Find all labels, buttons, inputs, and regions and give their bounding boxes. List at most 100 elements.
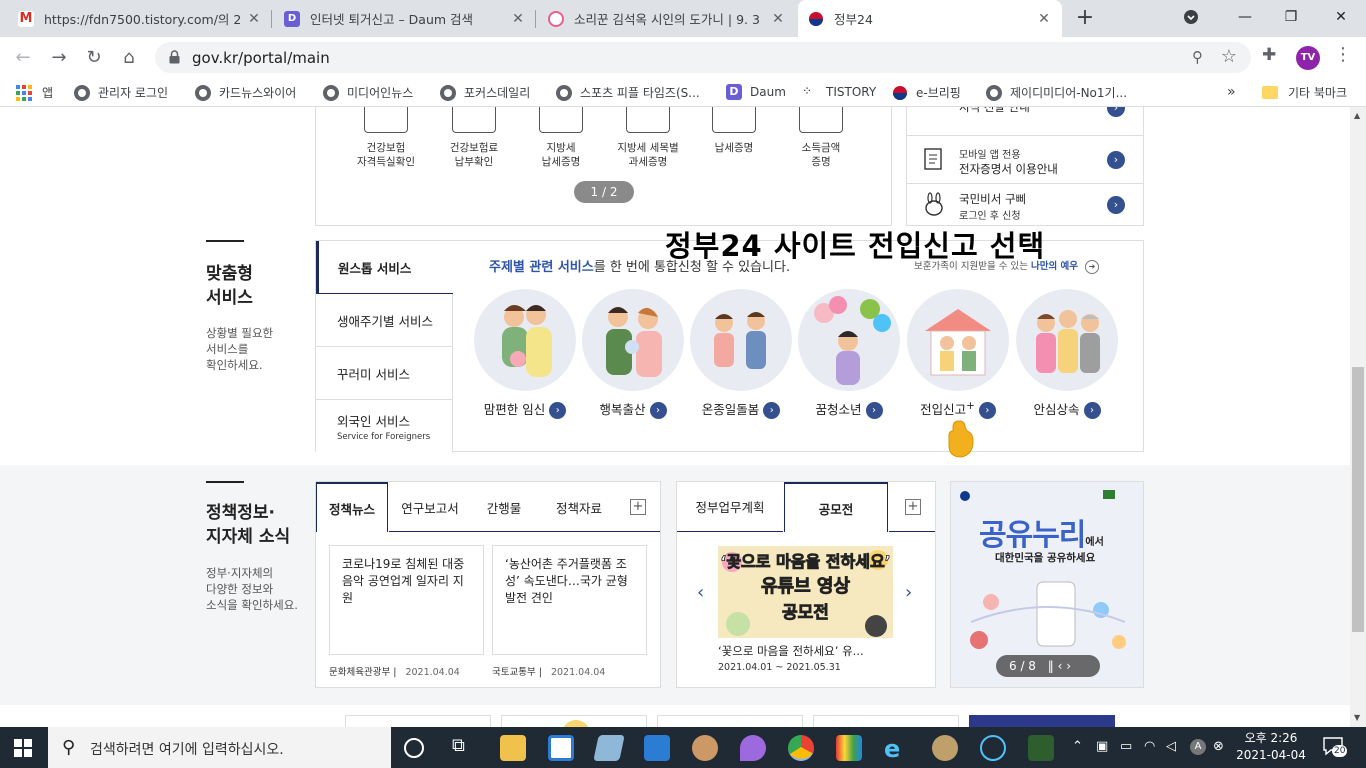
- doc-item-local-tax[interactable]: 지방세 납세증명: [521, 107, 601, 169]
- chevron-right-icon[interactable]: ›: [905, 582, 912, 603]
- more-news-plus-icon[interactable]: +: [630, 499, 646, 515]
- banner-pager[interactable]: 6 / 8 ‖ ‹ ›: [996, 655, 1100, 677]
- partner-tile[interactable]: [969, 715, 1115, 727]
- wifi-icon[interactable]: ◠: [1144, 739, 1155, 754]
- tab-lifecycle[interactable]: 생애주기별 서비스: [316, 294, 453, 347]
- taskbar-search-box[interactable]: ⚲ 검색하려면 여기에 입력하십시오.: [48, 727, 391, 768]
- tab-search-icon[interactable]: [1168, 0, 1214, 34]
- service-move-in-report[interactable]: 전입신고+ ›: [906, 289, 1010, 419]
- more-contest-plus-icon[interactable]: +: [905, 499, 921, 515]
- file-explorer-icon[interactable]: [500, 735, 526, 761]
- service-pregnancy[interactable]: 맘편한 임신 ›: [473, 289, 577, 419]
- partner-tile[interactable]: [501, 715, 647, 727]
- notice-item-gubbi[interactable]: 국민비서 구삐 로그인 후 신청 ›: [907, 183, 1143, 225]
- partner-tile[interactable]: [657, 715, 803, 727]
- news-card[interactable]: ‘농산어촌 주거플랫폼 조성’ 속도낸다…국가 균형발전 견인: [492, 545, 647, 655]
- page-scrollbar[interactable]: ▲ ▼: [1350, 107, 1366, 727]
- scrollbar-thumb[interactable]: [1352, 367, 1364, 632]
- profile-avatar[interactable]: TV: [1296, 46, 1320, 70]
- pause-icon[interactable]: ‖: [1048, 659, 1054, 673]
- tray-expand-icon[interactable]: ⌃: [1072, 739, 1083, 754]
- service-birth[interactable]: 행복출산 ›: [581, 289, 685, 419]
- tab-policy-news[interactable]: 정책뉴스: [316, 482, 388, 532]
- close-tab-icon[interactable]: ✕: [510, 11, 526, 27]
- task-view-icon[interactable]: ⧉: [452, 735, 478, 761]
- new-tab-button[interactable]: +: [1072, 6, 1098, 32]
- doc-item-health-status[interactable]: 건강보험 자격득실확인: [346, 107, 426, 169]
- tray-icon[interactable]: ▣: [1096, 739, 1108, 754]
- browser-tab-3[interactable]: 소리꾼 김석옥 시인의 도가니 | 9. 3 ✕: [538, 0, 796, 37]
- tab-package[interactable]: 꾸러미 서비스: [316, 347, 453, 400]
- doc-item-income[interactable]: 소득금액 증명: [781, 107, 861, 169]
- scroll-down-icon[interactable]: ▼: [1354, 713, 1360, 722]
- restore-icon[interactable]: ❐: [1268, 0, 1314, 34]
- home-icon[interactable]: ⌂: [116, 45, 142, 71]
- bookmark-item[interactable]: ⁘ TISTORY: [802, 84, 876, 100]
- address-bar[interactable]: gov.kr/portal/main ⚲ ☆: [155, 42, 1251, 73]
- tab-work-plan[interactable]: 정부업무계획: [677, 482, 783, 532]
- bookmark-item[interactable]: 카드뉴스와이어: [195, 84, 296, 101]
- arrow-right-icon[interactable]: ›: [1107, 151, 1125, 169]
- store-icon[interactable]: [548, 735, 574, 761]
- tab-onestop[interactable]: 원스톱 서비스: [316, 241, 453, 294]
- close-tab-icon[interactable]: ✕: [246, 11, 262, 27]
- scroll-up-icon[interactable]: ▲: [1354, 111, 1360, 120]
- app-icon[interactable]: [836, 735, 862, 761]
- contest-poster[interactable]: ‘꽃으로 마음을 전하세요’ 유튜브 영상 공모전: [718, 546, 893, 638]
- notice-item-mobile-cert[interactable]: 모바일 앱 전용 전자증명서 이용안내 ›: [907, 135, 1143, 183]
- bookmark-item[interactable]: 관리자 로그인: [74, 84, 168, 101]
- chevron-right-icon[interactable]: ›: [1066, 659, 1071, 673]
- doc-item-tax-payment[interactable]: 납세증명: [694, 107, 774, 155]
- news-card[interactable]: 코로나19로 침체된 대중음악 공연업계 일자리 지원: [329, 545, 484, 655]
- input-method-icon[interactable]: A: [1190, 739, 1206, 755]
- windows-start-icon[interactable]: [14, 739, 32, 757]
- partner-tile[interactable]: [345, 715, 491, 727]
- close-tab-icon[interactable]: ✕: [770, 11, 786, 27]
- bookmark-item[interactable]: e-브리핑: [892, 84, 961, 101]
- paint-icon[interactable]: [692, 735, 718, 761]
- browser-menu-icon[interactable]: ⋮: [1334, 44, 1352, 65]
- browser-tab-2[interactable]: D 인터넷 퇴거신고 – Daum 검색 ✕: [274, 0, 536, 37]
- window-close-icon[interactable]: ✕: [1318, 0, 1364, 34]
- tab-research[interactable]: 연구보고서: [392, 482, 468, 532]
- service-inheritance[interactable]: 안심상속 ›: [1015, 289, 1119, 419]
- bookmark-item[interactable]: 포커스데일리: [440, 84, 530, 101]
- chevron-left-icon[interactable]: ‹: [1058, 659, 1063, 673]
- mail-icon[interactable]: [644, 735, 670, 761]
- arrow-right-icon[interactable]: ›: [1107, 196, 1125, 214]
- contest-caption[interactable]: ‘꽃으로 마음을 전하세요’ 유...: [718, 643, 864, 659]
- app-icon[interactable]: [740, 735, 766, 761]
- more-bookmarks-button[interactable]: »: [1227, 84, 1236, 100]
- app-icon[interactable]: [1028, 735, 1054, 761]
- notice-item[interactable]: 지식 전달 안내 ›: [907, 107, 1143, 135]
- bookmark-apps[interactable]: 앱: [16, 84, 53, 101]
- bookmark-star-icon[interactable]: ☆: [1221, 46, 1237, 67]
- forward-icon[interactable]: →: [46, 45, 72, 71]
- extensions-icon[interactable]: ✚: [1262, 45, 1276, 65]
- reload-icon[interactable]: ↻: [81, 45, 107, 71]
- close-tab-icon[interactable]: ✕: [1036, 11, 1052, 27]
- chevron-left-icon[interactable]: ‹: [697, 582, 704, 603]
- arrow-right-icon[interactable]: ›: [1107, 107, 1125, 117]
- other-bookmarks-folder[interactable]: 기타 북마크: [1262, 84, 1347, 101]
- tab-policy-materials[interactable]: 정책자료: [544, 482, 614, 532]
- close-circle-icon[interactable]: ⊗: [1213, 739, 1224, 754]
- minimize-icon[interactable]: —: [1222, 0, 1268, 34]
- doc-item-health-payment[interactable]: 건강보험료 납부확인: [434, 107, 514, 169]
- battery-icon[interactable]: ▭: [1120, 739, 1132, 754]
- tab-publications[interactable]: 간행물: [472, 482, 536, 532]
- bookmark-item[interactable]: 스포츠 피플 타임즈(S...: [556, 84, 700, 101]
- app-icon[interactable]: [932, 735, 958, 761]
- doc-pager[interactable]: 1 / 2: [574, 181, 634, 203]
- browser-tab-1[interactable]: M https://fdn7500.tistory.com/의 2월 ✕: [8, 0, 272, 37]
- back-icon[interactable]: ←: [10, 45, 36, 71]
- gongyu-nuri-banner[interactable]: 공유누리에서 대한민국을 공유하세요 6 / 8 ‖ ‹ ›: [950, 481, 1144, 688]
- notification-center-icon[interactable]: 20: [1322, 735, 1348, 761]
- internet-explorer-icon[interactable]: e: [884, 735, 910, 763]
- service-childcare[interactable]: 온종일돌봄 ›: [689, 289, 793, 419]
- service-youth[interactable]: 꿈청소년 ›: [797, 289, 901, 419]
- bookmark-item[interactable]: 제이디미디어-No1기...: [986, 84, 1127, 101]
- chrome-icon[interactable]: [788, 735, 814, 761]
- tab-contest[interactable]: 공모전: [784, 482, 888, 532]
- app-icon[interactable]: [593, 735, 625, 761]
